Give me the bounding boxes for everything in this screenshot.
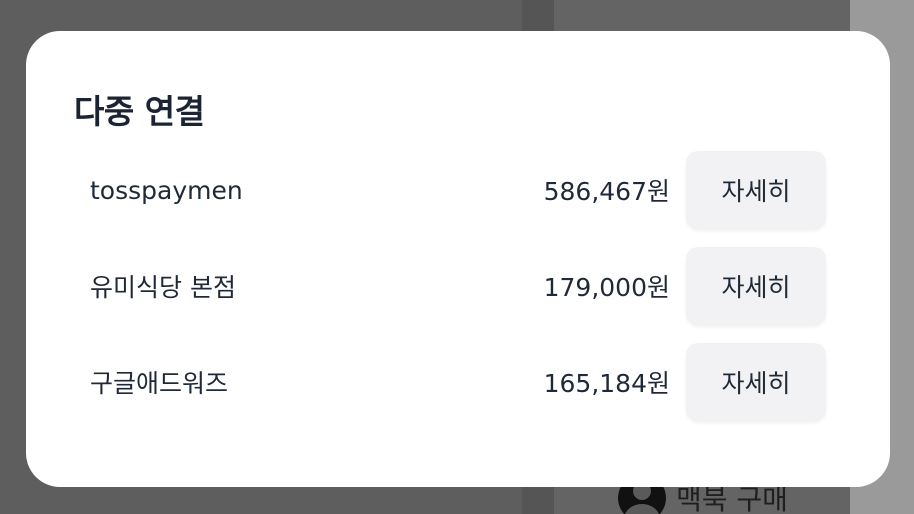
detail-button[interactable]: 자세히 — [686, 247, 826, 325]
amount: 179,000원 — [543, 273, 670, 302]
connection-row: 구글애드워즈 165,184원 자세히 — [90, 343, 826, 421]
merchant-name: 유미식당 본점 — [90, 273, 236, 302]
amount: 586,467원 — [543, 177, 670, 206]
detail-button[interactable]: 자세히 — [686, 343, 826, 421]
detail-button[interactable]: 자세히 — [686, 151, 826, 229]
merchant-name: 구글애드워즈 — [90, 369, 229, 398]
connection-row: 유미식당 본점 179,000원 자세히 — [90, 247, 826, 325]
connection-row: tosspaymen 586,467원 자세히 — [90, 151, 826, 229]
modal-title: 다중 연결 — [74, 92, 205, 131]
screen: 맥북 구매 다중 연결 tosspaymen 586,467원 자세히 유미식당… — [0, 0, 914, 514]
multi-connection-modal: 다중 연결 tosspaymen 586,467원 자세히 유미식당 본점 17… — [26, 31, 890, 487]
merchant-name: tosspaymen — [90, 175, 243, 205]
amount: 165,184원 — [543, 369, 670, 398]
